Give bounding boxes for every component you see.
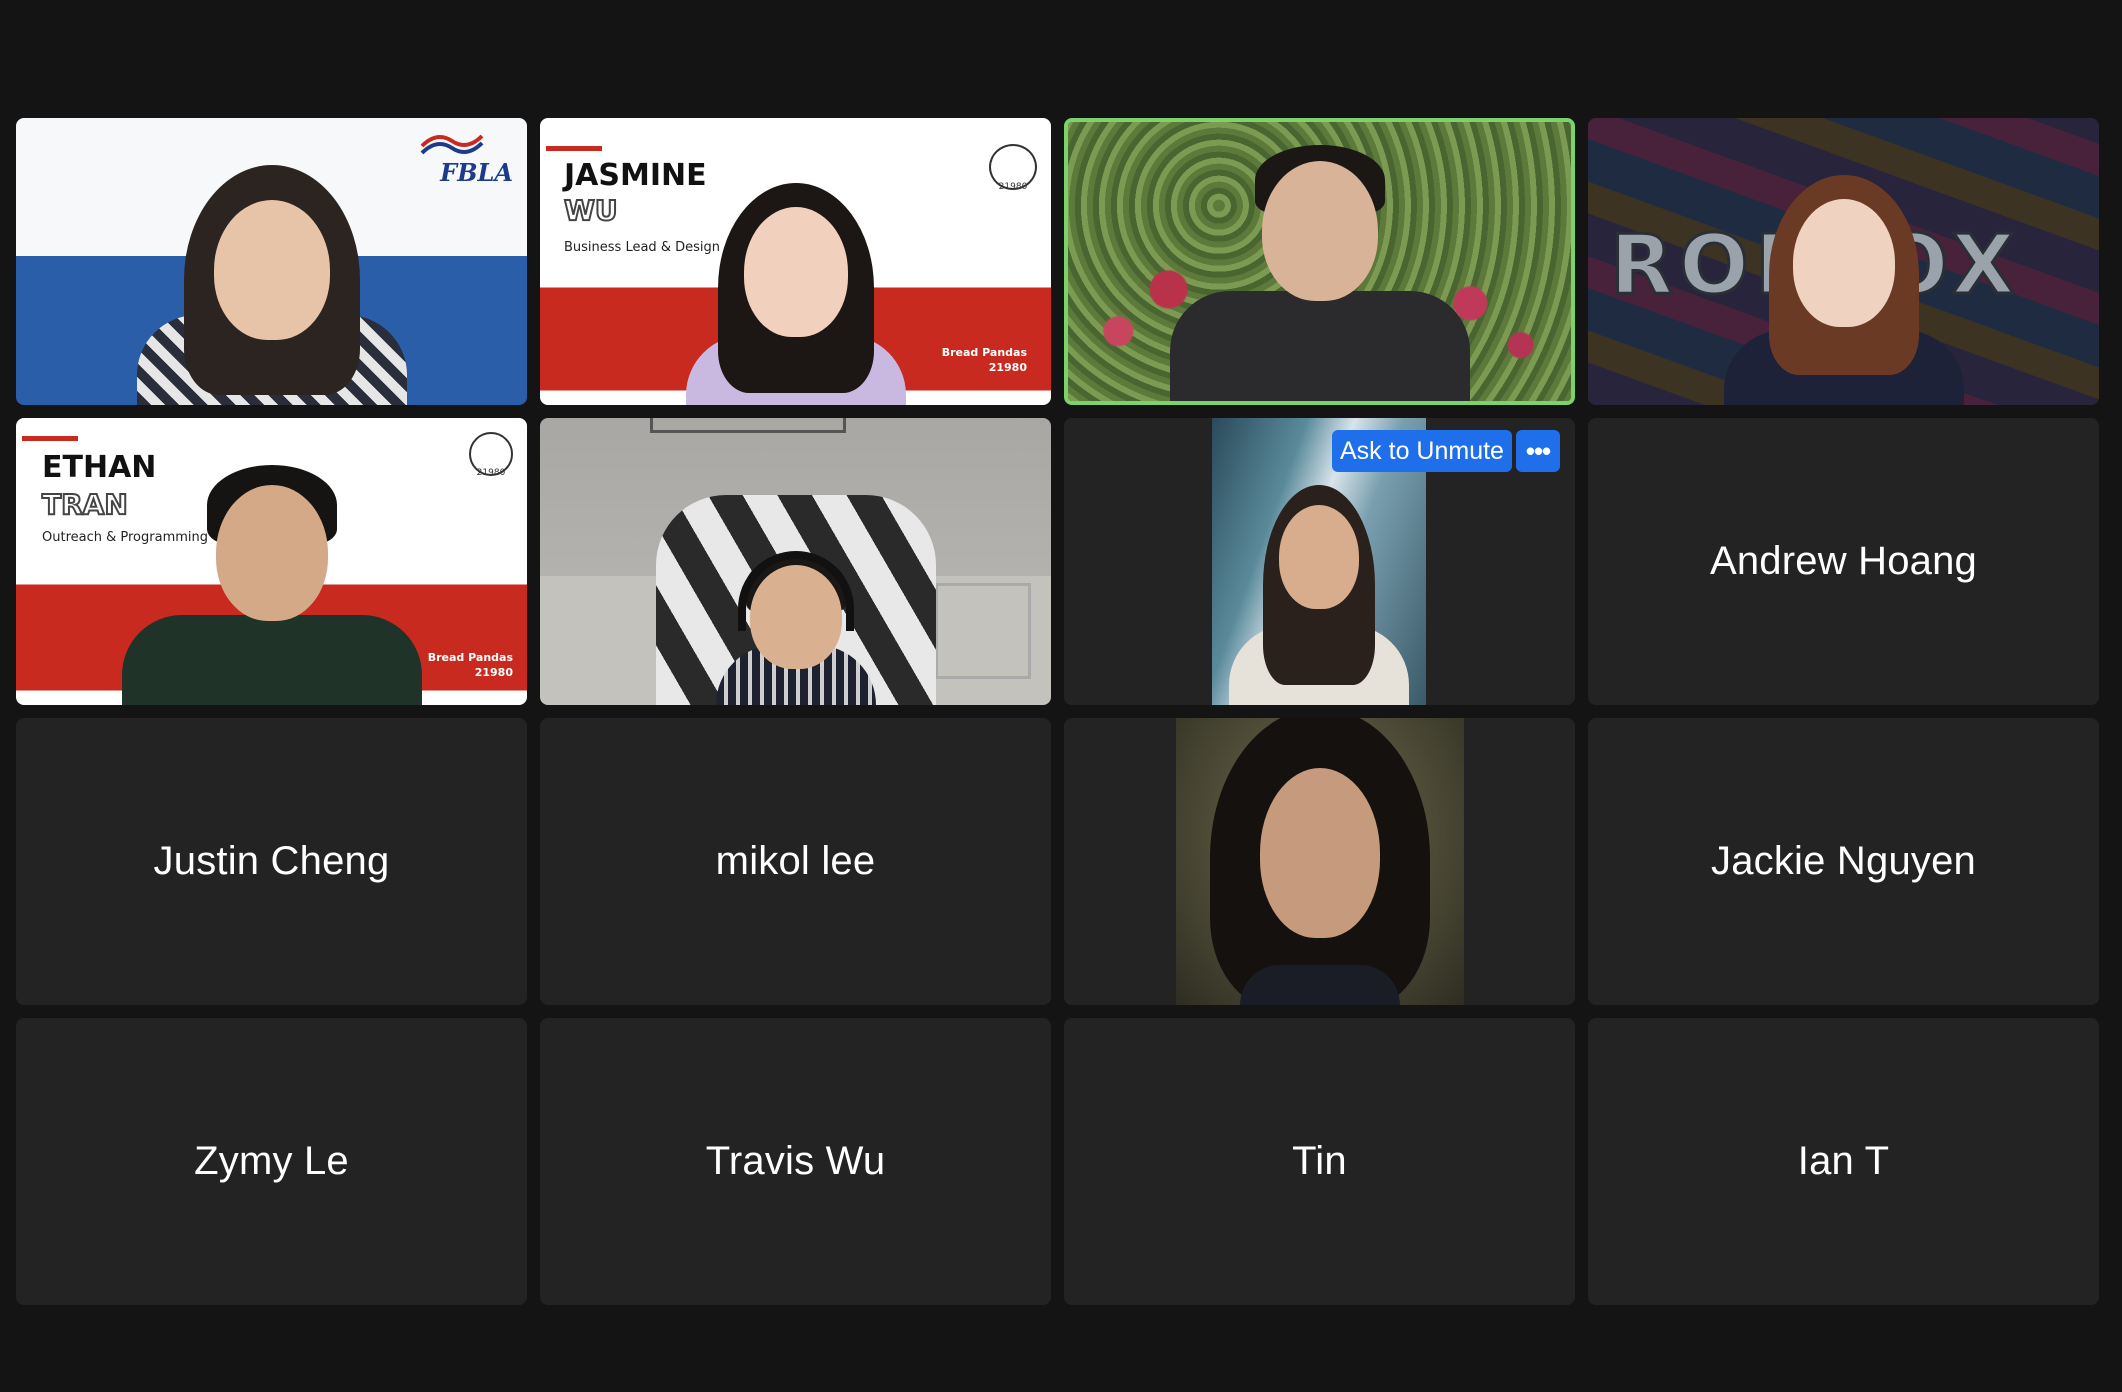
participant-figure (1150, 131, 1490, 401)
participant-tile-video[interactable] (540, 418, 1051, 705)
slide-team: Bread Pandas 21980 (427, 651, 513, 679)
participant-tile-video-active-speaker[interactable] (1064, 118, 1575, 405)
participant-name: Tin (1292, 1139, 1347, 1183)
participant-tile-name[interactable]: mikol lee (540, 718, 1051, 1005)
participant-name: Andrew Hoang (1709, 539, 1977, 583)
participant-figure (112, 455, 432, 705)
slide-team: Bread Pandas 21980 (941, 346, 1027, 374)
participant-video (1064, 718, 1575, 1005)
participant-tile-video[interactable]: Ask to Unmute ••• (1064, 418, 1575, 705)
participant-name: Ian T (1797, 1139, 1890, 1183)
participant-name: mikol lee (715, 839, 876, 883)
participant-video: JASMINE WU Business Lead & Design 21980 … (540, 118, 1051, 405)
more-horizontal-icon: ••• (1525, 435, 1551, 466)
participant-figure (1180, 718, 1460, 1005)
gallery-view: FBLA JASMINE WU Business Lead & Design 2… (0, 0, 2122, 1392)
participant-tile-video[interactable]: FBLA (16, 118, 527, 405)
participant-figure (122, 145, 422, 405)
participant-name: Zymy Le (194, 1139, 349, 1183)
participant-name: Travis Wu (705, 1139, 886, 1183)
participant-video: Ask to Unmute ••• (1064, 418, 1575, 705)
participant-tile-name[interactable]: Zymy Le (16, 1018, 527, 1305)
red-panda-logo-icon: 21980 (469, 432, 513, 478)
participant-tile-name[interactable]: Andrew Hoang (1588, 418, 2099, 705)
participant-tile-video[interactable]: ROBLOX (1588, 118, 2099, 405)
participant-tile-video[interactable]: JASMINE WU Business Lead & Design 21980 … (540, 118, 1051, 405)
participant-tile-name[interactable]: Ian T (1588, 1018, 2099, 1305)
participant-figure (656, 175, 936, 405)
participant-video: FBLA (16, 118, 527, 405)
participant-video: ETHAN TRAN Outreach & Programming 21980 … (16, 418, 527, 705)
red-panda-logo-icon: 21980 (989, 144, 1037, 192)
more-options-button[interactable]: ••• (1516, 430, 1560, 472)
participant-name: Jackie Nguyen (1711, 839, 1976, 883)
participant-name: Justin Cheng (153, 839, 390, 883)
participant-tile-name[interactable]: Tin (1064, 1018, 1575, 1305)
participant-tile-video[interactable]: ETHAN TRAN Outreach & Programming 21980 … (16, 418, 527, 705)
slide-last-name: WU (563, 193, 619, 228)
participant-video: ROBLOX (1588, 118, 2099, 405)
participant-video (1068, 122, 1571, 401)
fbla-logo-text: FBLA (440, 158, 513, 187)
participant-tile-name[interactable]: Jackie Nguyen (1588, 718, 2099, 1005)
participant-tile-name[interactable]: Justin Cheng (16, 718, 527, 1005)
participant-figure (646, 495, 946, 705)
participant-tile-video[interactable] (1064, 718, 1575, 1005)
ask-to-unmute-button[interactable]: Ask to Unmute (1332, 430, 1512, 472)
participant-figure (1699, 165, 1989, 405)
participant-video (540, 418, 1051, 705)
participant-figure (1219, 475, 1419, 705)
participant-grid: FBLA JASMINE WU Business Lead & Design 2… (16, 118, 2100, 1306)
participant-tile-name[interactable]: Travis Wu (540, 1018, 1051, 1305)
